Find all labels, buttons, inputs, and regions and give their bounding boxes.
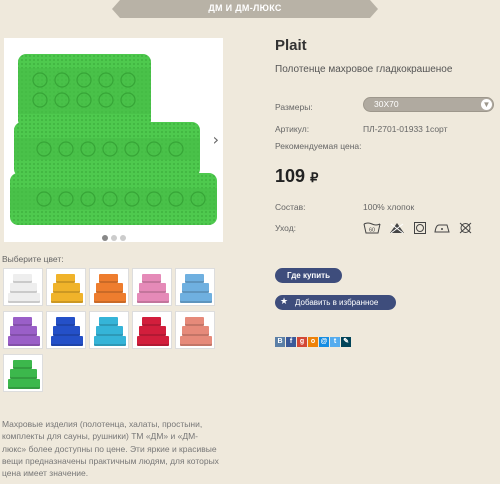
towel-shape xyxy=(10,369,37,379)
towel-shape xyxy=(182,283,209,293)
product-image xyxy=(10,54,217,225)
towel-shape xyxy=(56,317,75,326)
wash-60-icon: 60 xyxy=(363,222,381,234)
livejournal-icon[interactable]: ✎ xyxy=(341,336,351,347)
composition-value: 100% хлопок xyxy=(363,202,415,212)
price-label: Рекомендуемая цена: xyxy=(275,141,362,151)
care-icons: 60 xyxy=(363,219,476,237)
product-subtitle: Полотенце махровое гладкокрашеное xyxy=(275,64,453,75)
no-bleach-icon xyxy=(390,222,405,234)
towel-shape xyxy=(99,317,118,326)
where-to-buy-button[interactable]: Где купить xyxy=(275,268,342,283)
add-to-favorites-label: Добавить в избранное xyxy=(295,298,379,307)
twitter-icon[interactable]: t xyxy=(330,336,340,347)
svg-text:60: 60 xyxy=(369,227,375,233)
gallery-next-arrow[interactable]: › xyxy=(213,130,219,149)
color-swatch-crimson[interactable] xyxy=(132,311,172,349)
product-gallery[interactable]: › xyxy=(4,38,223,242)
product-title: Plait xyxy=(275,37,307,54)
share-bar: Вf g о @ t ✎ xyxy=(275,333,352,351)
towel-shape xyxy=(53,283,80,293)
tumble-dry-icon xyxy=(413,221,426,234)
towel-shape xyxy=(180,293,212,303)
towel-shape xyxy=(137,293,169,303)
product-description: Махровые изделия (полотенца, халаты, про… xyxy=(2,419,219,479)
article-value: ПЛ-2701-01933 1сорт xyxy=(363,124,448,134)
towel-shape xyxy=(51,293,83,303)
price-value: 109 xyxy=(275,166,306,186)
gallery-dot[interactable] xyxy=(102,235,108,241)
towel-shape xyxy=(185,317,204,326)
odnoklassniki-icon[interactable]: о xyxy=(308,336,318,347)
vk-icon[interactable]: В xyxy=(275,336,285,347)
towel-shape xyxy=(142,317,161,326)
color-swatch-light-blue[interactable] xyxy=(175,268,215,306)
price: 109 ₽ xyxy=(275,166,318,187)
towel-shape xyxy=(142,274,161,283)
towel-shape xyxy=(10,283,37,293)
towel-shape xyxy=(182,326,209,336)
color-swatch-white[interactable] xyxy=(3,268,43,306)
no-dryclean-icon xyxy=(459,222,472,234)
towel-shape xyxy=(96,283,123,293)
towel-shape xyxy=(139,283,166,293)
add-to-favorites-button[interactable]: ★ Добавить в избранное xyxy=(275,295,396,310)
currency-symbol: ₽ xyxy=(310,170,319,185)
color-swatch-salmon[interactable] xyxy=(175,311,215,349)
color-swatch-green[interactable] xyxy=(3,354,43,392)
star-icon: ★ xyxy=(280,297,289,307)
towel-shape xyxy=(137,336,169,346)
towel-shape xyxy=(53,326,80,336)
gallery-dots[interactable] xyxy=(102,228,129,246)
towel-shape xyxy=(51,336,83,346)
gallery-dot[interactable] xyxy=(120,235,126,241)
color-swatch-purple[interactable] xyxy=(3,311,43,349)
towel-shape xyxy=(94,293,126,303)
towel-shape xyxy=(8,336,40,346)
top-bar: ДМ И ДМ-ЛЮКС xyxy=(0,0,500,18)
care-label: Уход: xyxy=(275,223,297,233)
composition-label: Состав: xyxy=(275,202,306,212)
towel-shape xyxy=(10,326,37,336)
color-swatch-yellow[interactable] xyxy=(46,268,86,306)
towel-shape xyxy=(99,274,118,283)
chevron-down-icon: ▼ xyxy=(481,99,492,110)
iron-icon xyxy=(434,224,451,233)
color-swatch-pink[interactable] xyxy=(132,268,172,306)
size-value: 30X70 xyxy=(374,99,399,109)
choose-color-label: Выберите цвет: xyxy=(2,254,64,264)
google-plus-icon[interactable]: g xyxy=(297,336,307,347)
towel-shape xyxy=(13,360,32,369)
towel-shape xyxy=(56,274,75,283)
towel-shape xyxy=(139,326,166,336)
article-label: Артикул: xyxy=(275,124,310,134)
towel-shape xyxy=(94,336,126,346)
color-swatch-orange[interactable] xyxy=(89,268,129,306)
towel-shape xyxy=(180,336,212,346)
size-select[interactable]: 30X70 ▼ xyxy=(363,97,494,112)
towel-shape xyxy=(13,274,32,283)
gallery-dot[interactable] xyxy=(111,235,117,241)
towel-shape xyxy=(185,274,204,283)
towel-shape xyxy=(13,317,32,326)
towel-shape xyxy=(8,293,40,303)
category-ribbon[interactable]: ДМ И ДМ-ЛЮКС xyxy=(112,0,378,18)
facebook-icon[interactable]: f xyxy=(286,336,296,347)
color-swatch-turquoise[interactable] xyxy=(89,311,129,349)
color-swatch-blue[interactable] xyxy=(46,311,86,349)
towel-shape xyxy=(8,379,40,389)
mailru-icon[interactable]: @ xyxy=(319,336,329,347)
size-label: Размеры: xyxy=(275,102,313,112)
towel-shape xyxy=(96,326,123,336)
